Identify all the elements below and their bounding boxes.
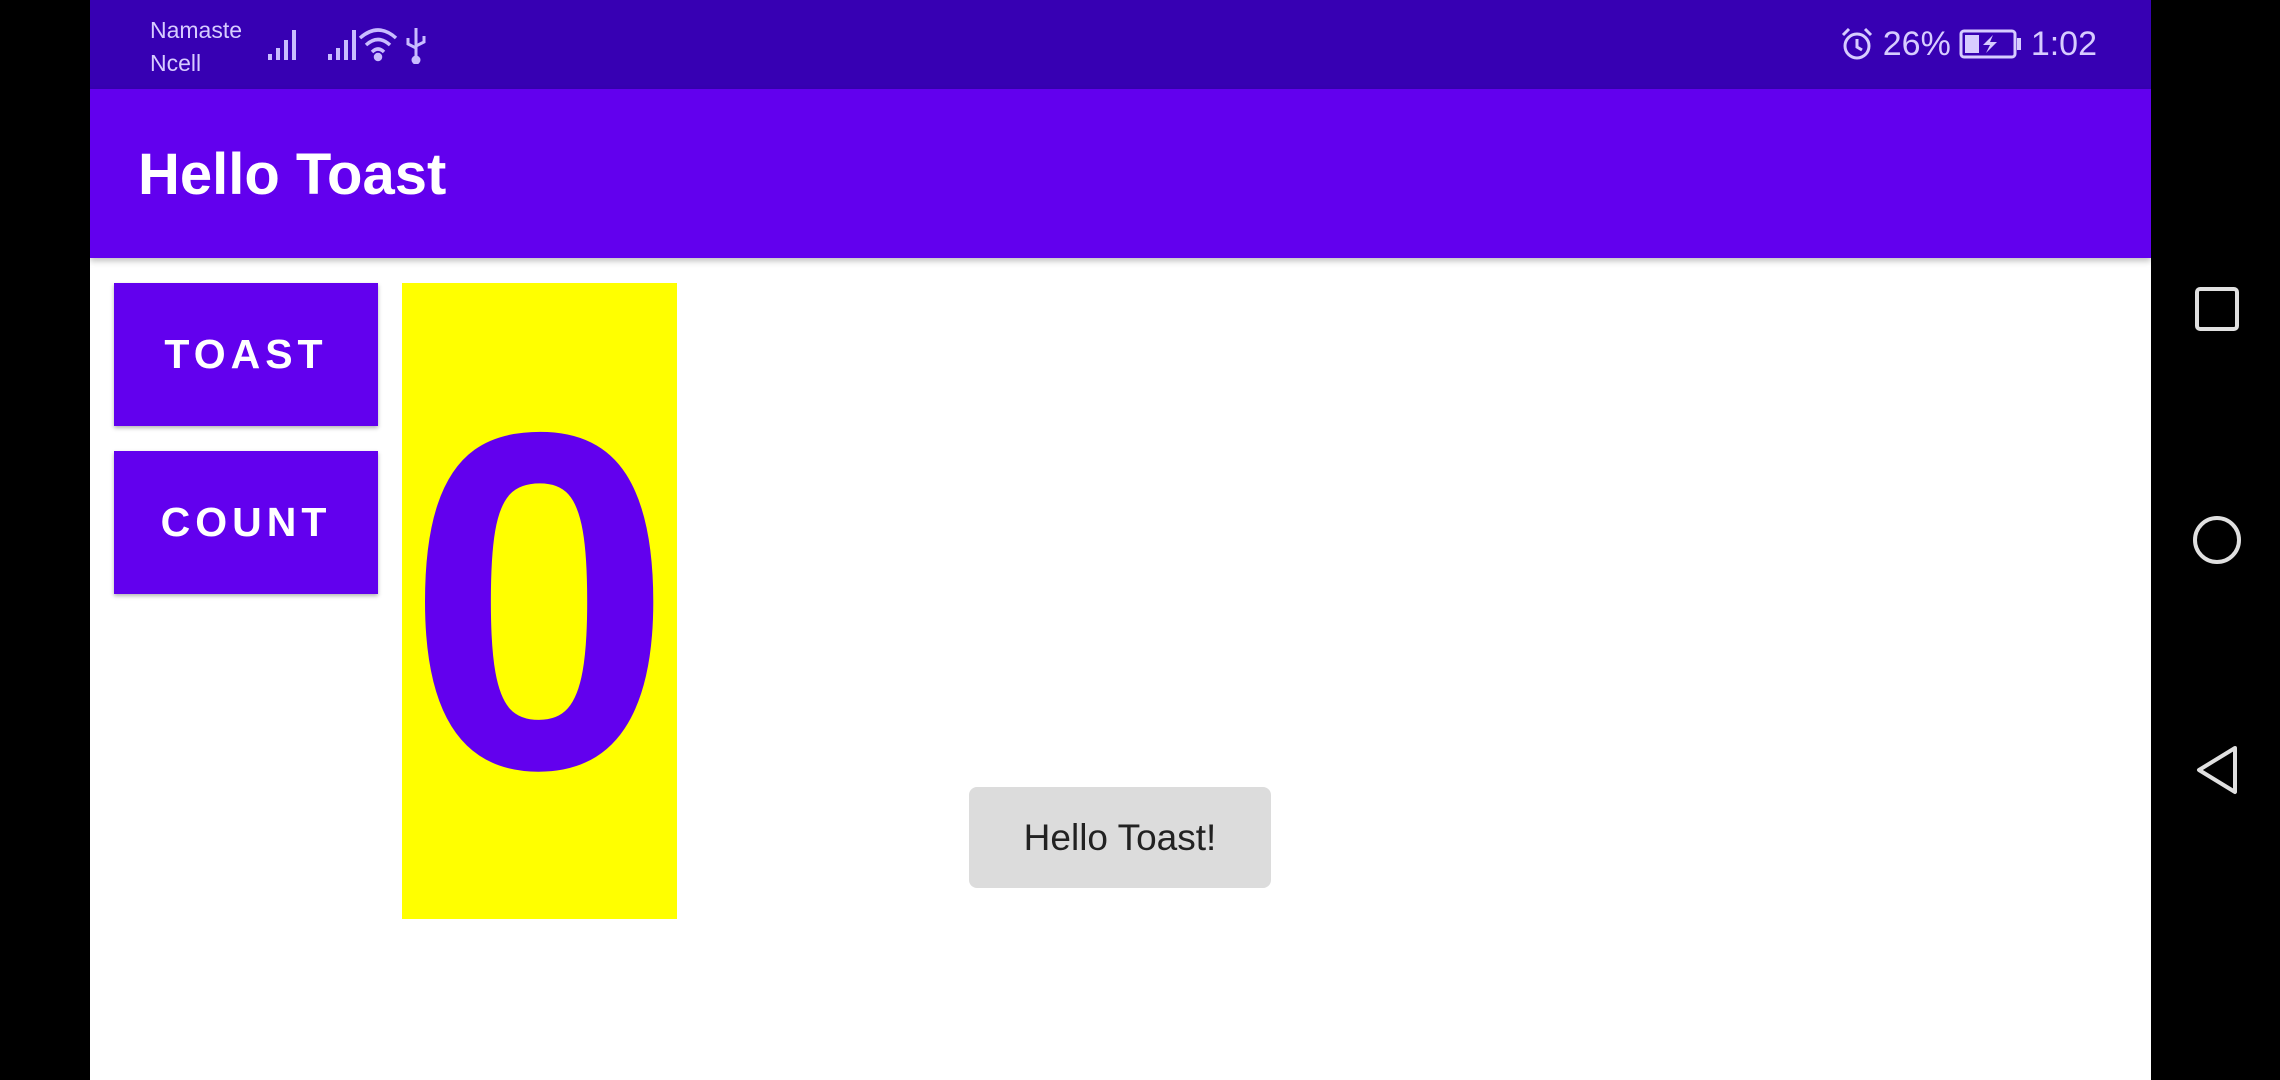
counter-value: 0 [406,332,673,869]
count-button[interactable]: COUNT [114,451,378,594]
back-icon[interactable] [2191,744,2243,796]
signal-icon [328,30,356,60]
wifi-icon [358,28,398,62]
counter-display: 0 [402,283,677,919]
status-bar: Namaste Ncell 26% 1:02 [90,0,2151,89]
signal-icon [268,30,296,60]
recents-icon[interactable] [2191,283,2243,335]
carrier-info: Namaste Ncell [150,14,242,80]
usb-icon [406,28,426,64]
toast-message: Hello Toast! [969,787,1271,888]
system-nav-bar [2151,0,2280,1080]
carrier-name-2: Ncell [150,50,202,76]
toast-text: Hello Toast! [1023,816,1217,858]
alarm-icon [1841,27,1872,60]
status-icons [268,28,426,64]
app-title: Hello Toast [138,142,447,207]
app-bar: Hello Toast [90,89,2151,258]
status-right: 26% 1:02 [1839,18,2097,70]
clock: 1:02 [2030,24,2097,63]
battery-percent: 26% [1882,24,1951,63]
battery-charging-icon [1959,29,2021,59]
carrier-name-1: Namaste [150,17,243,43]
toast-button[interactable]: TOAST [114,283,378,426]
app-screen: Namaste Ncell 26% 1:02 Hello Toast TOAST… [90,0,2151,1080]
home-icon[interactable] [2191,514,2243,566]
